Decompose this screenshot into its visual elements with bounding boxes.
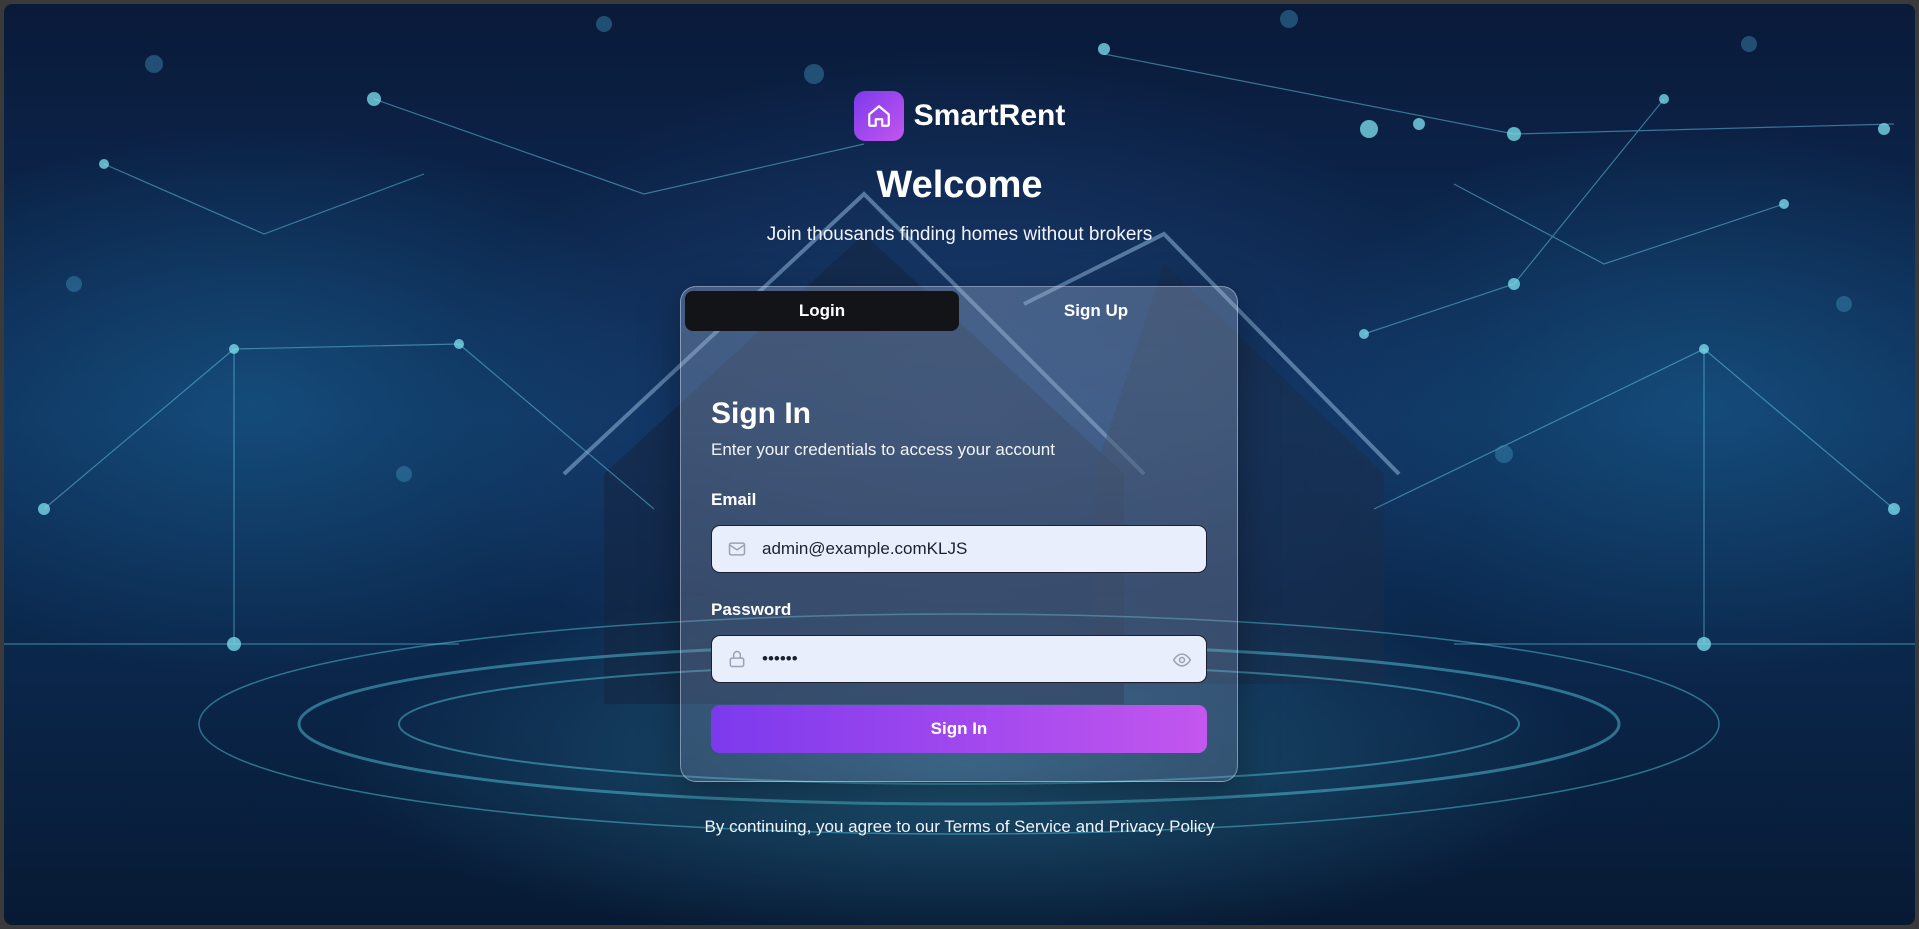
email-value: admin@example.comKLJS: [762, 539, 968, 558]
page-title: Welcome: [876, 164, 1043, 206]
form-subtitle: Enter your credentials to access your ac…: [711, 440, 1055, 459]
terms-notice: By continuing, you agree to our Terms of…: [704, 817, 1215, 836]
password-label: Password: [711, 600, 792, 619]
lock-icon: [727, 649, 747, 669]
brand-header: SmartRent: [4, 91, 1915, 141]
brand-name: SmartRent: [913, 99, 1066, 132]
password-value: ••••••: [762, 649, 798, 668]
auth-tabs: Login Sign Up: [685, 291, 1233, 331]
email-field[interactable]: admin@example.comKLJS: [711, 525, 1207, 573]
tab-login[interactable]: Login: [685, 291, 959, 331]
page-background: SmartRent Welcome Join thousands finding…: [4, 4, 1915, 925]
email-label: Email: [711, 490, 757, 509]
auth-card: Login Sign Up Sign In Enter your credent…: [680, 286, 1238, 782]
house-logo-icon: [853, 91, 904, 141]
mail-icon: [727, 539, 747, 559]
password-field[interactable]: ••••••: [711, 635, 1207, 683]
eye-icon[interactable]: [1172, 650, 1192, 675]
form-title: Sign In: [711, 397, 811, 430]
sign-in-button[interactable]: Sign In: [711, 705, 1207, 753]
tab-signup[interactable]: Sign Up: [959, 291, 1233, 331]
page-subtitle: Join thousands finding homes without bro…: [766, 224, 1153, 245]
